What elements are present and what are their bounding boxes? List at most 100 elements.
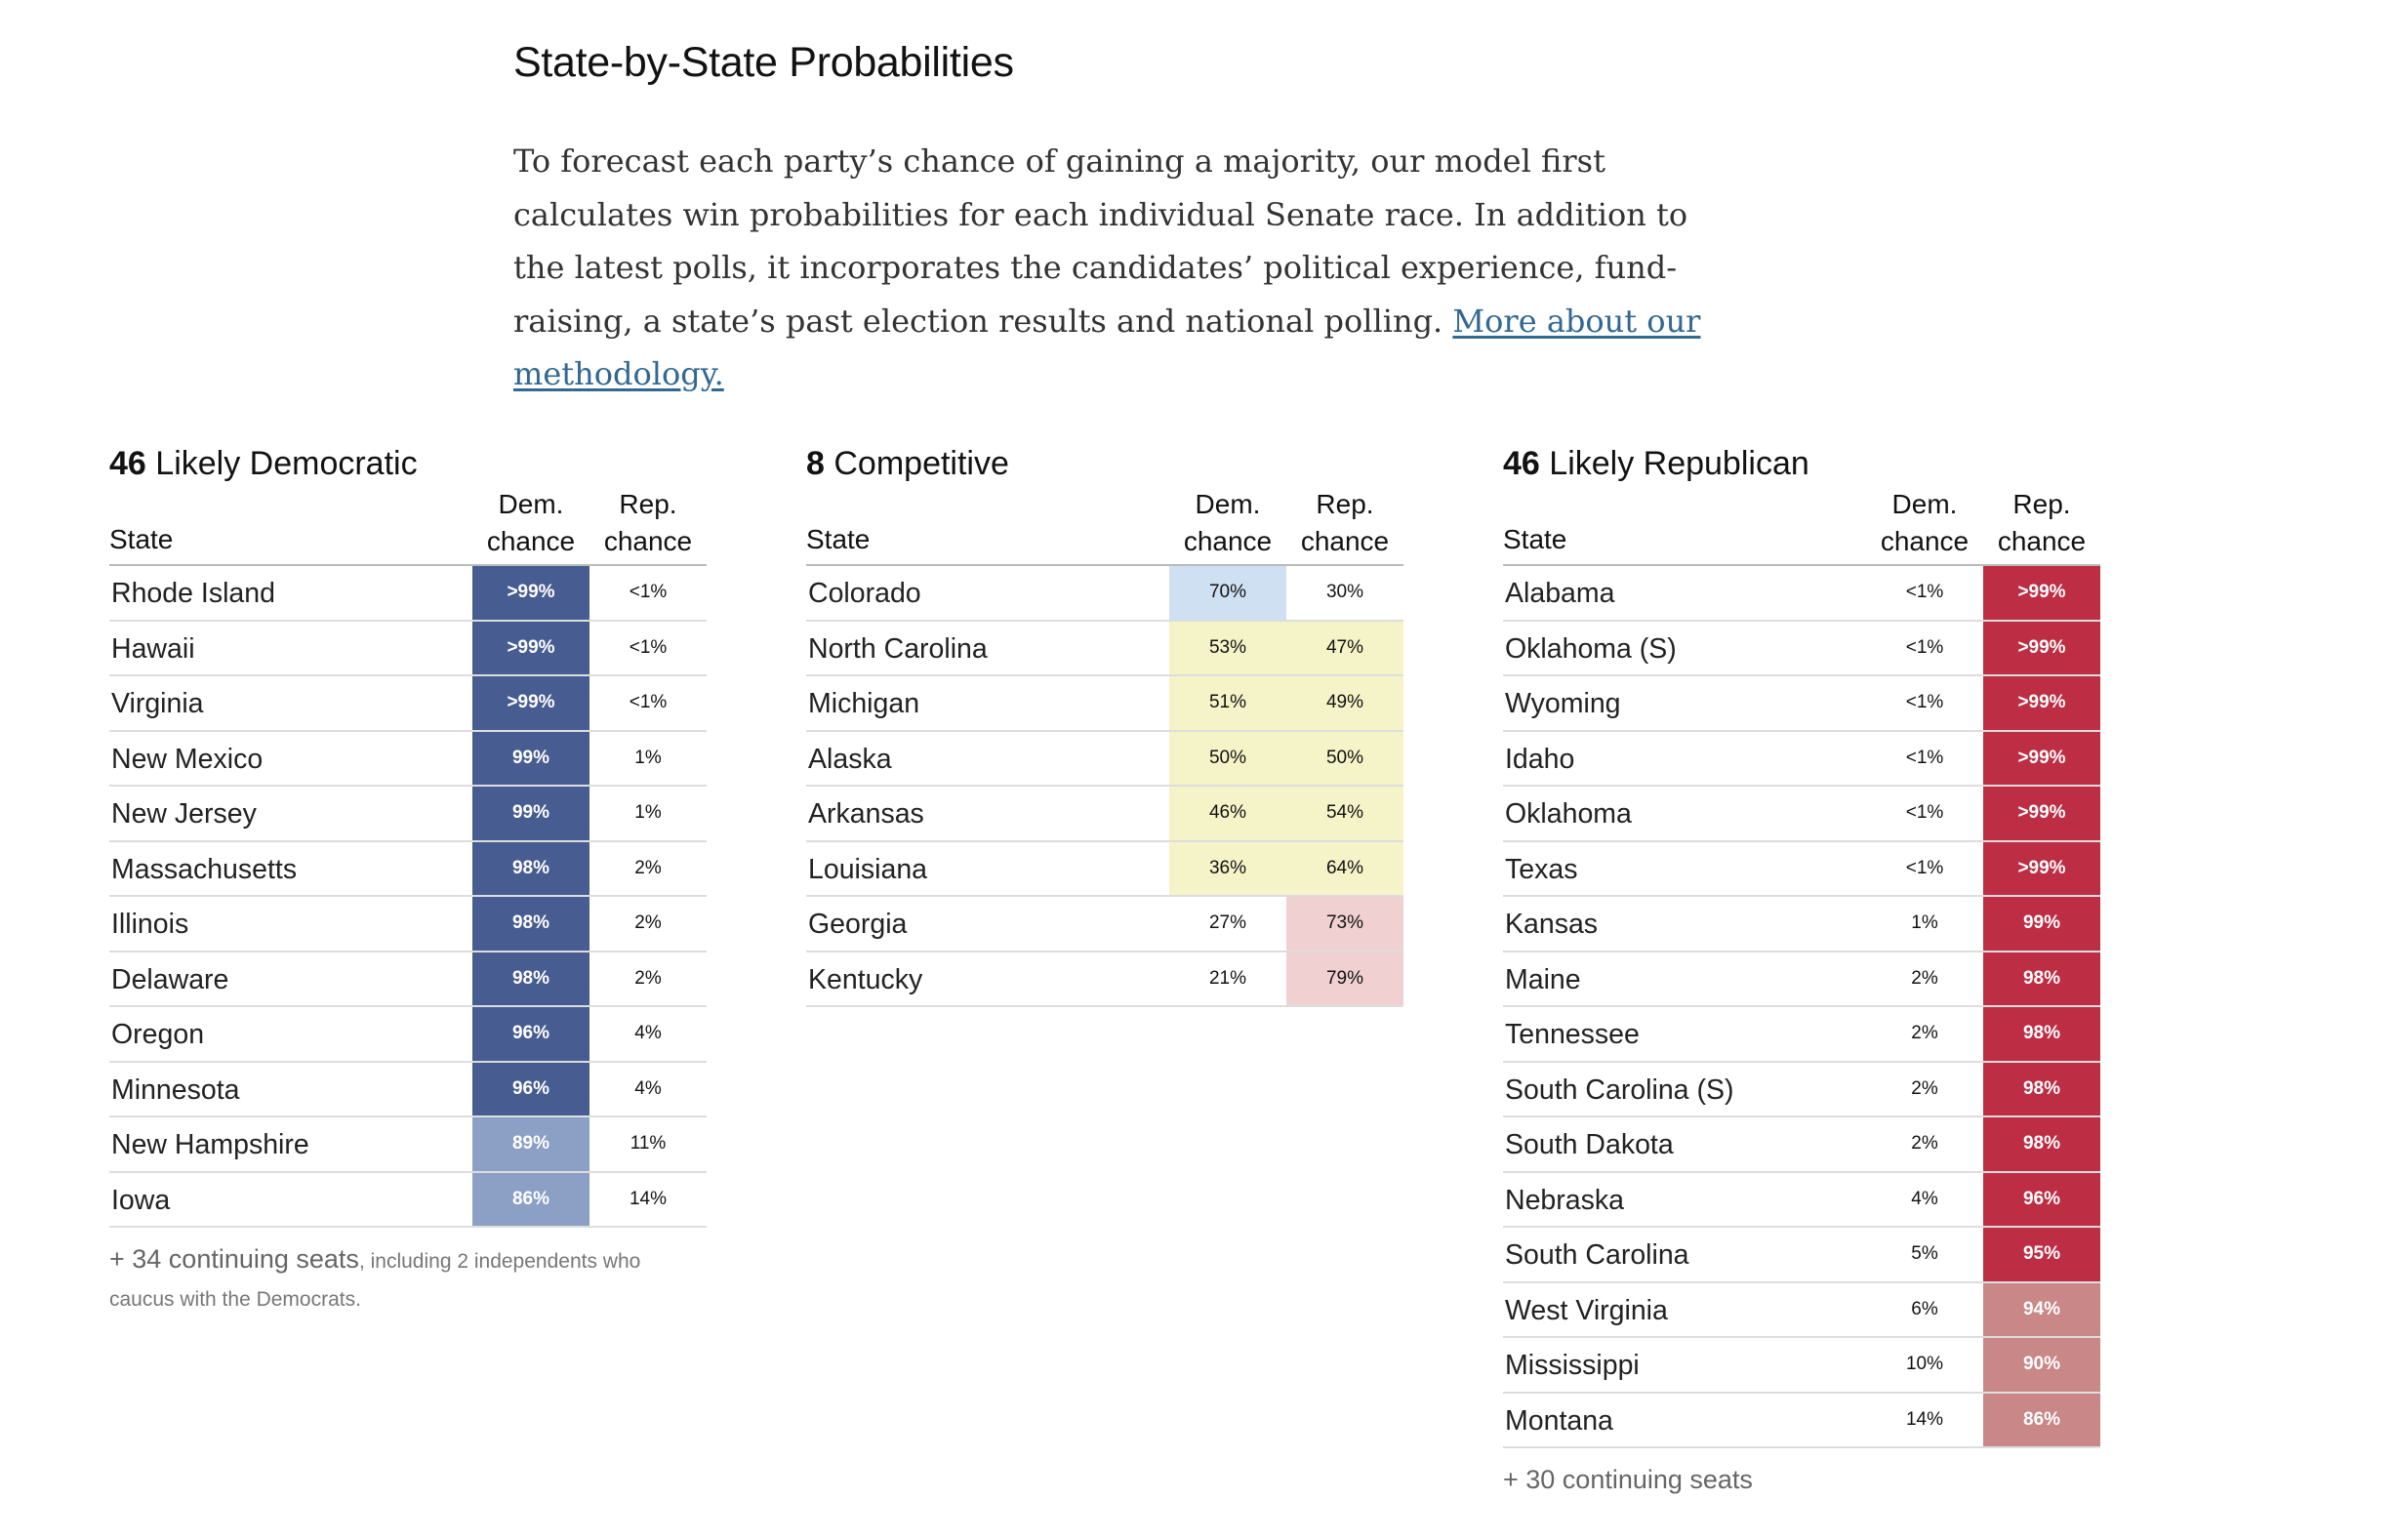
- table-row: Rhode Island >99% <1%: [109, 566, 707, 622]
- state-name: Louisiana: [808, 853, 928, 885]
- dem-chance-column-header: Dem. chance: [486, 489, 576, 556]
- state-name: New Mexico: [111, 743, 264, 775]
- state-name: Alaska: [808, 743, 892, 775]
- rep-chance-cell: >99%: [1983, 676, 2100, 730]
- state-name: Idaho: [1505, 743, 1575, 775]
- state-name: Massachusetts: [111, 853, 298, 885]
- table-row: Kansas 1% 99%: [1503, 897, 2100, 952]
- dem-chance-cell: >99%: [472, 566, 589, 620]
- dem-chance-cell: 2%: [1911, 1023, 1938, 1043]
- continuing-seats-note: + 34 continuing seats, including 2 indep…: [109, 1241, 695, 1317]
- table-row: New Jersey 99% 1%: [109, 787, 707, 842]
- state-name: Mississippi: [1505, 1350, 1640, 1381]
- state-name: Texas: [1505, 853, 1578, 885]
- dem-chance-cell: 46%: [1169, 787, 1286, 840]
- group-label: Competitive: [833, 445, 1009, 482]
- rep-chance-cell: 98%: [1983, 1117, 2100, 1171]
- dem-chance-cell: <1%: [1905, 692, 1944, 712]
- intro-paragraph: To forecast each party’s chance of gaini…: [513, 135, 1733, 401]
- dem-chance-cell: <1%: [1905, 747, 1944, 768]
- state-name: Rhode Island: [111, 578, 275, 609]
- continuing-seats-count: + 34 continuing seats: [109, 1244, 359, 1274]
- table-header: State Dem. chance Rep. chance: [806, 486, 1403, 566]
- table-row: Iowa 86% 14%: [109, 1172, 707, 1228]
- dem-chance-cell: 2%: [1911, 1133, 1938, 1154]
- rep-chance-cell: 98%: [1983, 952, 2100, 1005]
- rep-chance-cell: >99%: [1983, 621, 2100, 674]
- state-name: Delaware: [111, 963, 229, 995]
- rep-chance-cell: 49%: [1286, 676, 1403, 730]
- state-name: Minnesota: [111, 1074, 240, 1106]
- table-row: Montana 14% 86%: [1503, 1393, 2100, 1448]
- dem-chance-cell: 6%: [1911, 1298, 1938, 1319]
- table-row: Oklahoma (S) <1% >99%: [1503, 621, 2100, 676]
- dem-chance-cell: 99%: [472, 787, 589, 840]
- rep-chance-cell: <1%: [629, 692, 668, 712]
- dem-chance-cell: 89%: [472, 1117, 589, 1171]
- table-row: Alaska 50% 50%: [806, 731, 1403, 787]
- dem-chance-cell: <1%: [1905, 802, 1944, 823]
- table-row: Delaware 98% 2%: [109, 952, 707, 1007]
- table-body: Colorado 70% 30% North Carolina 53% 47% Michig…: [806, 566, 1403, 1007]
- group-likely-democratic: 46 Likely Democratic State Dem. chance Re…: [109, 441, 707, 1317]
- table-row: South Carolina 5% 95%: [1503, 1228, 2100, 1283]
- table-row: Texas <1% >99%: [1503, 841, 2100, 897]
- state-name: Wyoming: [1505, 688, 1621, 719]
- group-title: 8 Competitive: [806, 441, 1403, 486]
- dem-chance-cell: 4%: [1911, 1188, 1938, 1209]
- state-name: Virginia: [111, 688, 204, 719]
- dem-chance-cell: 50%: [1169, 731, 1286, 785]
- table-row: Kentucky 21% 79%: [806, 952, 1403, 1007]
- state-name: South Carolina (S): [1505, 1074, 1734, 1106]
- state-name: Arkansas: [808, 798, 924, 830]
- table-row: Mississippi 10% 90%: [1503, 1338, 2100, 1394]
- state-name: Illinois: [111, 909, 189, 940]
- rep-chance-cell: 1%: [634, 802, 662, 823]
- page-title: State-by-State Probabilities: [513, 39, 1014, 86]
- rep-chance-cell: 47%: [1286, 621, 1403, 674]
- state-name: Iowa: [111, 1184, 171, 1216]
- rep-chance-cell: 2%: [634, 967, 662, 989]
- continuing-seats-count: + 30 continuing seats: [1503, 1465, 1753, 1494]
- group-count: 46: [1503, 445, 1540, 482]
- rep-chance-cell: 99%: [1983, 897, 2100, 951]
- group-label: Likely Republican: [1549, 445, 1809, 482]
- rep-chance-cell: 79%: [1286, 952, 1403, 1005]
- dem-chance-cell: 99%: [472, 731, 589, 785]
- dem-chance-column-header: Dem. chance: [1880, 489, 1970, 556]
- rep-chance-cell: 2%: [634, 912, 662, 933]
- state-name: Kentucky: [808, 963, 923, 995]
- state-name: Colorado: [808, 578, 921, 609]
- rep-chance-cell: 90%: [1983, 1338, 2100, 1392]
- table-row: Tennessee 2% 98%: [1503, 1007, 2100, 1063]
- rep-chance-cell: 98%: [1983, 1062, 2100, 1115]
- state-column-header: State: [109, 524, 174, 554]
- dem-chance-cell: 98%: [472, 841, 589, 895]
- rep-chance-cell: 1%: [634, 747, 662, 768]
- group-competitive: 8 Competitive State Dem. chance Rep. chanc…: [806, 441, 1403, 1007]
- state-name: Kansas: [1505, 909, 1599, 940]
- rep-chance-cell: >99%: [1983, 566, 2100, 620]
- rep-chance-cell: 14%: [629, 1188, 668, 1209]
- dem-chance-cell: 53%: [1169, 621, 1286, 674]
- rep-chance-column-header: Rep. chance: [1300, 489, 1390, 556]
- dem-chance-cell: 98%: [472, 952, 589, 1005]
- rep-chance-cell: >99%: [1983, 731, 2100, 785]
- group-count: 46: [109, 445, 146, 482]
- table-row: Illinois 98% 2%: [109, 897, 707, 952]
- dem-chance-cell: 51%: [1169, 676, 1286, 730]
- table-row: South Carolina (S) 2% 98%: [1503, 1062, 2100, 1117]
- table-row: Arkansas 46% 54%: [806, 787, 1403, 842]
- rep-chance-cell: 11%: [630, 1133, 667, 1154]
- state-name: North Carolina: [808, 632, 988, 665]
- state-name: South Carolina: [1505, 1239, 1689, 1271]
- dem-chance-cell: <1%: [1905, 582, 1944, 602]
- group-likely-republican: 46 Likely Republican State Dem. chance Re…: [1503, 441, 2100, 1497]
- dem-chance-cell: >99%: [472, 676, 589, 730]
- dem-chance-cell: 2%: [1911, 1077, 1938, 1099]
- table-row: North Carolina 53% 47%: [806, 621, 1403, 676]
- group-title: 46 Likely Democratic: [109, 441, 707, 486]
- rep-chance-cell: 96%: [1983, 1172, 2100, 1226]
- dem-chance-cell: 14%: [1905, 1408, 1944, 1430]
- table-row: Louisiana 36% 64%: [806, 841, 1403, 897]
